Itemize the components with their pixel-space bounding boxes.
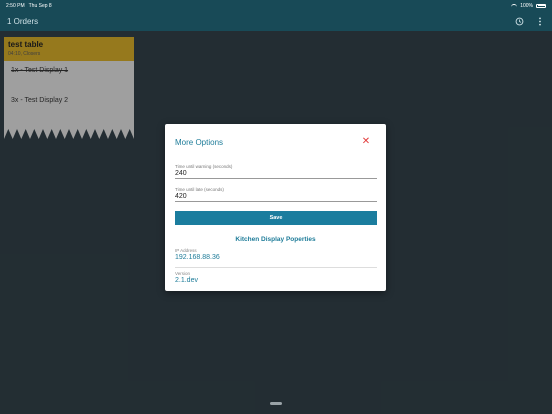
late-time-field[interactable]: Time until late (seconds) 420 [175,187,377,202]
battery-percent: 100% [520,2,533,9]
warning-time-field[interactable]: Time until warning (seconds) 240 [175,164,377,179]
app-bar: 1 Orders [0,11,552,31]
status-bar: 2:50 PM Thu Sep 8 100% [0,0,552,11]
status-date: Thu Sep 8 [28,2,52,9]
clock-history-icon[interactable] [514,16,524,26]
close-icon[interactable]: ✕ [361,137,371,147]
ip-address-property: IP Address 192.168.88.36 [175,248,377,261]
save-button[interactable]: Save [175,211,377,225]
status-time: 2:50 PM [6,2,25,9]
wifi-icon [511,3,518,8]
page-title: 1 Orders [7,16,39,26]
late-time-input[interactable]: 420 [175,193,377,201]
home-indicator[interactable] [270,402,282,405]
late-time-label: Time until late (seconds) [175,187,224,192]
divider [175,267,377,268]
warning-time-input[interactable]: 240 [175,170,377,178]
version-property: Version 2.1.dev [175,271,377,284]
version-label: Version [175,271,191,276]
warning-time-label: Time until warning (seconds) [175,164,233,169]
more-vert-icon[interactable] [535,16,545,26]
kitchen-display-properties-heading: Kitchen Display Poperties [235,236,316,243]
ip-address-label: IP Address [175,248,197,253]
version-value: 2.1.dev [175,277,198,284]
ip-address-value: 192.168.88.36 [175,254,220,261]
battery-icon [536,3,546,8]
dialog-title: More Options [175,138,224,147]
more-options-dialog: More Options ✕ Time until warning (secon… [165,124,386,291]
